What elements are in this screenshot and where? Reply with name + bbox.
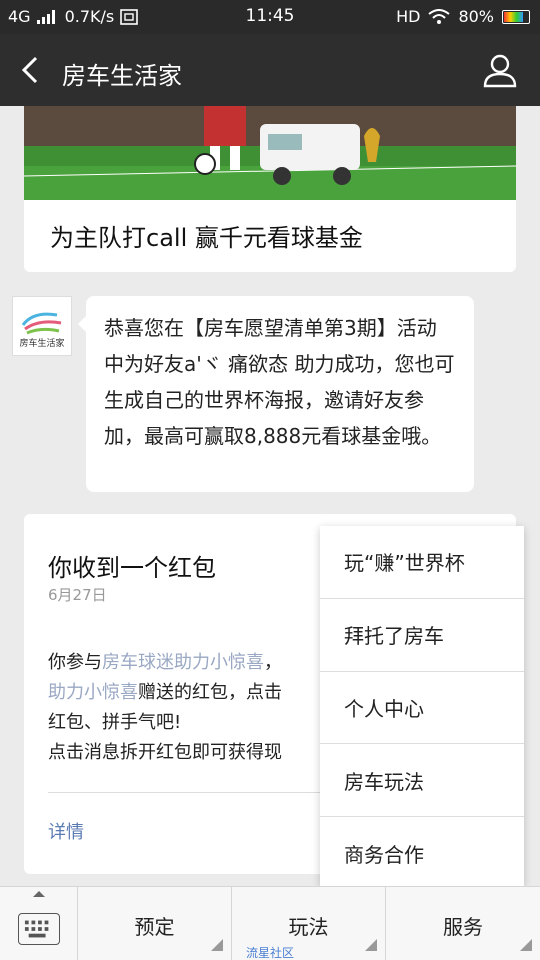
logo-icon	[21, 312, 62, 335]
menu-item-rv-guide[interactable]: 房车玩法	[320, 744, 524, 818]
menu-item-personal-center[interactable]: 个人中心	[320, 672, 524, 745]
corner-triangle-icon	[520, 939, 532, 951]
battery-icon	[502, 9, 530, 24]
red-packet-title: 你收到一个红包	[48, 554, 216, 582]
bottom-menu-bar: 预定 玩法 流星社区 服务	[0, 886, 540, 960]
red-packet-body: 你参与房车球迷助力小惊喜， 助力小惊喜赠送的红包，点击 红包、拼手气吧! 点击消…	[48, 648, 348, 768]
status-right: HD 80%	[396, 7, 530, 26]
message-bubble[interactable]: 恭喜您在【房车愿望清单第3期】活动中为好友a'ヾ 痛欲态 助力成功，您也可生成自…	[78, 296, 474, 492]
banner-image	[24, 106, 516, 200]
avatar-label: 房车生活家	[19, 339, 65, 349]
wifi-icon	[428, 8, 451, 24]
red-packet-date: 6月27日	[48, 586, 107, 604]
article-headline: 为主队打call 赢千元看球基金	[50, 224, 363, 252]
tab-reserve[interactable]: 预定	[78, 887, 232, 960]
body-line4: 点击消息拆开红包即可获得现	[48, 742, 282, 763]
body-line2-link[interactable]: 助力小惊喜	[48, 682, 138, 703]
detail-link[interactable]: 详情	[48, 818, 84, 844]
battery-percent: 80%	[458, 7, 494, 26]
chevron-left-icon[interactable]	[14, 52, 50, 88]
tab-play-sub: 流星社区	[246, 946, 295, 960]
menu-item-play-world-cup[interactable]: 玩“赚”世界杯	[320, 526, 524, 599]
body-link[interactable]: 房车球迷助力小惊喜	[102, 652, 264, 673]
tab-play[interactable]: 玩法 流星社区	[232, 887, 386, 960]
body-prefix: 你参与	[48, 652, 102, 673]
popup-menu: 玩“赚”世界杯 拜托了房车 个人中心 房车玩法 商务合作	[320, 526, 524, 886]
avatar[interactable]: 房车生活家	[12, 296, 72, 356]
menu-item-business[interactable]: 商务合作	[320, 817, 524, 890]
corner-triangle-icon	[365, 939, 377, 951]
body-line3: 红包、拼手气吧!	[48, 712, 182, 733]
article-card[interactable]: 为主队打call 赢千元看球基金	[24, 106, 516, 272]
caret-up-icon	[33, 891, 45, 897]
body-line2-text: 赠送的红包，点击	[138, 682, 282, 703]
keyboard-toggle-button[interactable]	[0, 887, 78, 960]
tab-reserve-label: 预定	[134, 915, 175, 939]
tab-service[interactable]: 服务	[386, 887, 540, 960]
menu-item-please-rv[interactable]: 拜托了房车	[320, 599, 524, 672]
tab-play-label: 玩法	[288, 915, 329, 939]
page-title: 房车生活家	[62, 62, 182, 90]
corner-triangle-icon	[211, 939, 223, 951]
person-icon[interactable]	[482, 52, 518, 88]
keyboard-icon	[18, 913, 60, 945]
status-bar: 4G 0.7K/s 11:45 HD 80%	[0, 0, 540, 34]
divider	[48, 792, 348, 793]
hd-indicator: HD	[396, 7, 421, 26]
tab-service-label: 服务	[443, 915, 483, 939]
title-bar: 房车生活家	[0, 34, 540, 106]
